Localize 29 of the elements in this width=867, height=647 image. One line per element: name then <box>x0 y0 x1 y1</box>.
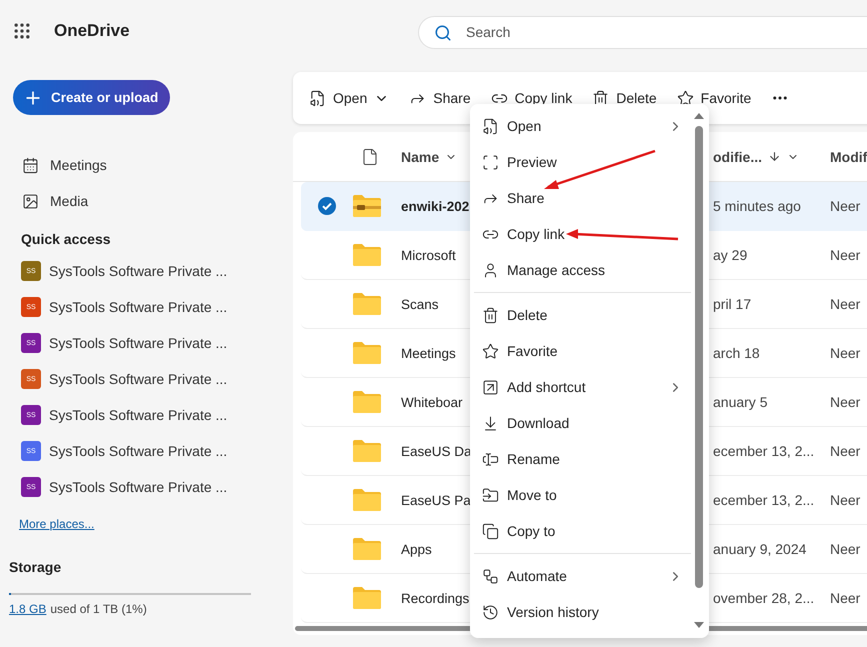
modified-date: anuary 5 <box>713 394 768 410</box>
site-name: SysTools Software Private ... <box>49 335 228 351</box>
modified-date: 5 minutes ago <box>713 198 801 214</box>
storage-title: Storage <box>8 559 62 575</box>
modified-by: Neer <box>830 590 860 606</box>
modified-by: Neer <box>830 247 860 263</box>
modified-date: ay 29 <box>713 247 748 263</box>
app-title: OneDrive <box>54 21 130 41</box>
modified-date: anuary 9, 2024 <box>713 541 806 557</box>
site-name: SysTools Software Private ... <box>49 299 228 315</box>
modified-by: Neer <box>830 541 860 557</box>
site-name: SysTools Software Private ... <box>49 443 228 459</box>
modified-by: Neer <box>830 443 860 459</box>
modified-date: arch 18 <box>713 345 760 361</box>
section-title: Quick access <box>20 231 112 247</box>
modified-date: ecember 13, 2... <box>713 443 814 459</box>
modified-by: Neer <box>830 198 860 214</box>
storage-text: used of 1 TB (1%) <box>50 602 147 616</box>
modified-by: Neer <box>830 394 860 410</box>
modified-by: Neer <box>830 345 860 361</box>
site-name: SysTools Software Private ... <box>49 371 228 387</box>
site-name: SysTools Software Private ... <box>49 407 228 423</box>
modified-date: pril 17 <box>713 296 752 312</box>
modified-date: ovember 28, 2... <box>713 590 814 606</box>
modified-by: Neer <box>830 296 860 312</box>
modified-date: ecember 13, 2... <box>713 492 814 508</box>
modified-by: Neer <box>830 492 860 508</box>
site-name: SysTools Software Private ... <box>49 263 228 279</box>
site-name: SysTools Software Private ... <box>49 479 228 495</box>
